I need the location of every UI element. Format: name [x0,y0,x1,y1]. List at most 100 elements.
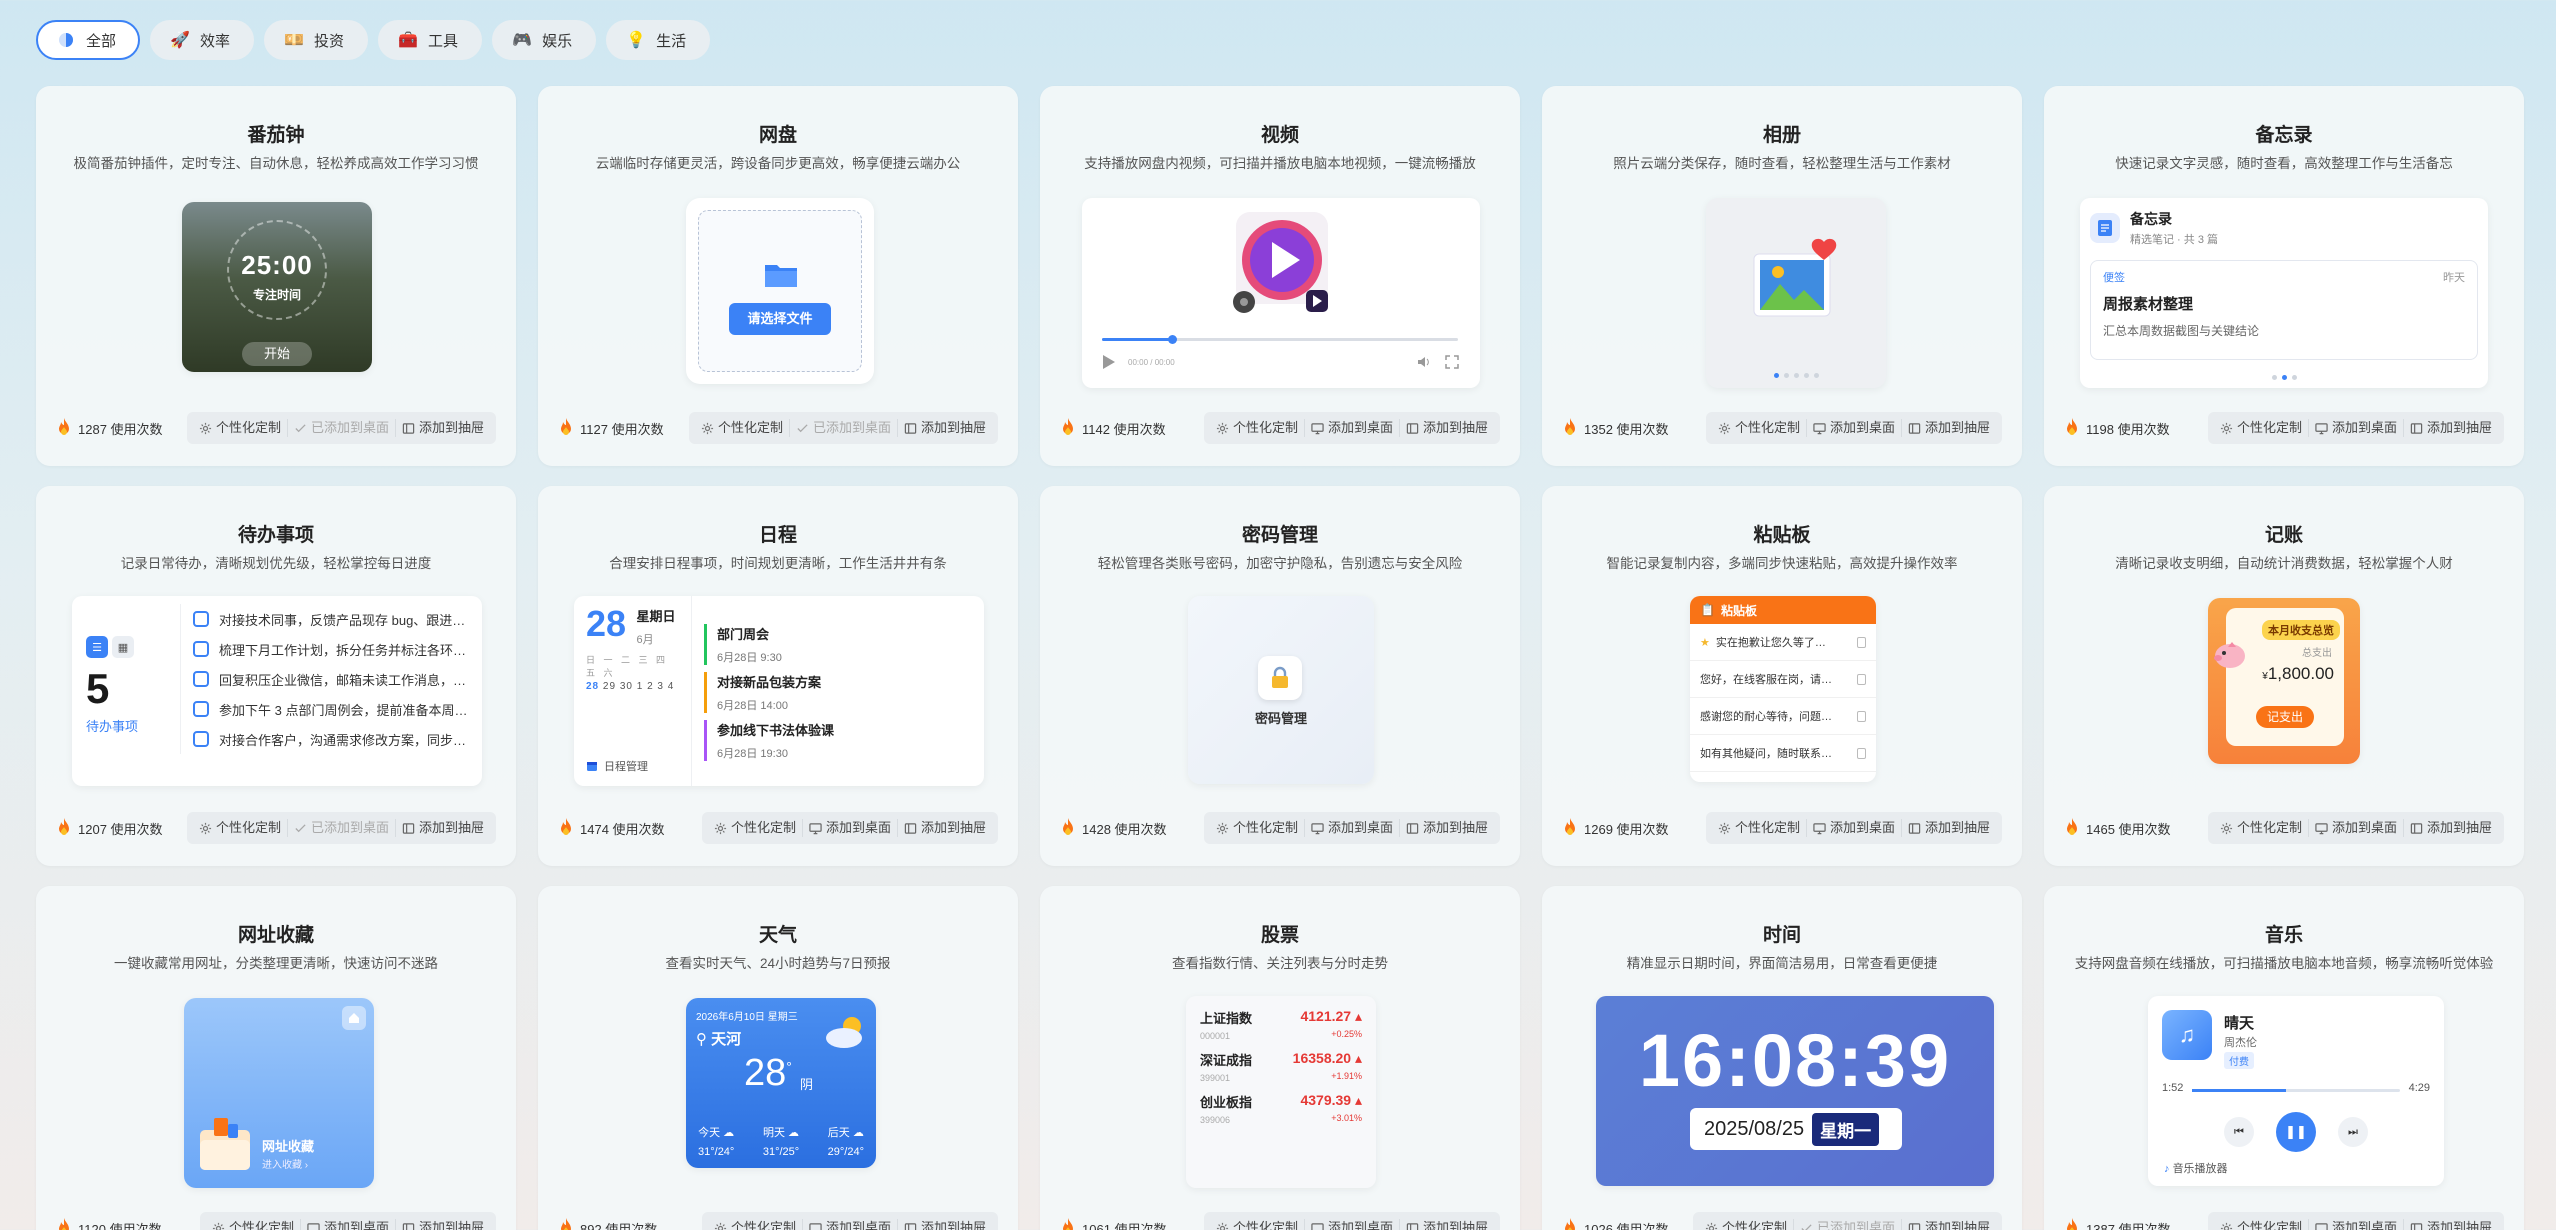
add-drawer-button[interactable]: 添加到抽屉 [1400,1219,1494,1230]
event-item[interactable]: 参加线下书法体验课 6月28日 19:30 [704,720,964,761]
customize-button[interactable]: 个性化定制 [708,819,803,837]
checkbox[interactable] [193,701,209,717]
event-item[interactable]: 对接新品包装方案 6月28日 14:00 [704,672,964,713]
add-desktop-button[interactable]: 添加到桌面 [1807,819,1902,837]
stock-row[interactable]: 深证成指 399001 16358.20 ▴ +1.91% [1200,1050,1362,1092]
customize-button[interactable]: 个性化定制 [708,1219,803,1230]
customize-button[interactable]: 个性化定制 [193,819,288,837]
card-stock[interactable]: 股票 查看指数行情、关注列表与分时走势 上证指数 000001 4121.27 ▴ +… [1040,886,1520,1230]
added-desktop-button[interactable]: 已添加到桌面 [288,419,396,437]
add-drawer-button[interactable]: 添加到抽屉 [1902,1219,1996,1230]
add-drawer-button[interactable]: 添加到抽屉 [1400,819,1494,837]
list-item[interactable]: ★ 实在抱歉让您久等了… [1690,624,1876,661]
add-drawer-button[interactable]: 添加到抽屉 [396,819,490,837]
choose-file-button[interactable]: 请选择文件 [729,303,831,335]
add-desktop-button[interactable]: 添加到桌面 [803,1219,898,1230]
add-drawer-button[interactable]: 添加到抽屉 [2404,1219,2498,1230]
customize-button[interactable]: 个性化定制 [1712,819,1807,837]
customize-button[interactable]: 个性化定制 [1210,419,1305,437]
grid-view-icon[interactable]: ▦ [112,636,134,658]
customize-button[interactable]: 个性化定制 [1699,1219,1794,1230]
card-account[interactable]: 记账 清晰记录收支明细，自动统计消费数据，轻松掌握个人财 本月收支总览 总支出 … [2044,486,2524,866]
card-clipboard[interactable]: 粘贴板 智能记录复制内容，多端同步快速粘贴，高效提升操作效率 📋 粘贴板 ★ 实在抱… [1542,486,2022,866]
schedule-manage-link[interactable]: 日程管理 [586,758,648,774]
copy-icon[interactable] [1857,636,1866,648]
customize-button[interactable]: 个性化定制 [2214,1219,2309,1230]
customize-button[interactable]: 个性化定制 [2214,819,2309,837]
music-progress[interactable] [2192,1089,2400,1092]
list-item[interactable]: 对接技术同事，反馈产品现存 bug、跟进… [193,604,472,634]
list-item[interactable]: 回复积压企业微信，邮箱未读工作消息，… [193,664,472,694]
add-drawer-button[interactable]: 添加到抽屉 [1902,819,1996,837]
customize-button[interactable]: 个性化定制 [695,419,790,437]
card-bookmark[interactable]: 网址收藏 一键收藏常用网址，分类整理更清晰，快速访问不迷路 网址收藏 进入收藏 … [36,886,516,1230]
tab-efficiency[interactable]: 🚀 效率 [150,20,255,60]
added-desktop-button[interactable]: 已添加到桌面 [1794,1219,1902,1230]
customize-button[interactable]: 个性化定制 [193,419,288,437]
tab-entertainment[interactable]: 🎮 娱乐 [492,20,597,60]
play-icon[interactable] [1102,354,1116,370]
copy-icon[interactable] [1857,673,1866,685]
checkbox[interactable] [193,611,209,627]
next-track-icon[interactable]: ⏭ [2338,1117,2368,1147]
add-desktop-button[interactable]: 添加到桌面 [2309,819,2404,837]
enter-bookmarks-link[interactable]: 进入收藏 › [262,1156,308,1171]
video-progress[interactable] [1102,335,1458,344]
memo-note[interactable]: 便签 昨天 周报素材整理 汇总本周数据截图与关键结论 [2090,260,2478,360]
event-item[interactable]: 部门周会 6月28日 9:30 [704,624,964,665]
customize-button[interactable]: 个性化定制 [1712,419,1807,437]
added-desktop-button[interactable]: 已添加到桌面 [288,819,396,837]
fullscreen-icon[interactable] [1444,354,1460,370]
customize-button[interactable]: 个性化定制 [206,1219,301,1230]
card-password[interactable]: 密码管理 轻松管理各类账号密码，加密守护隐私，告别遗忘与安全风险 密码管理 14… [1040,486,1520,866]
list-view-icon[interactable]: ☰ [86,636,108,658]
card-video[interactable]: 视频 支持播放网盘内视频，可扫描并播放电脑本地视频，一键流畅播放 00:00 /… [1040,86,1520,466]
home-icon[interactable] [342,1006,366,1030]
card-memo[interactable]: 备忘录 快速记录文字灵感，随时查看，高效整理工作与生活备忘 备忘录 精选笔记 · … [2044,86,2524,466]
card-weather[interactable]: 天气 查看实时天气、24小时趋势与7日预报 2026年6月10日 星期三 ⚲ 天… [538,886,1018,1230]
add-desktop-button[interactable]: 添加到桌面 [1305,1219,1400,1230]
list-item[interactable]: 感谢您的耐心等待，问题… [1690,698,1876,735]
customize-button[interactable]: 个性化定制 [1210,819,1305,837]
card-disk[interactable]: 网盘 云端临时存储更灵活，跨设备同步更高效，畅享便捷云端办公 请选择文件 112… [538,86,1018,466]
card-pomodoro[interactable]: 番茄钟 极简番茄钟插件，定时专注、自动休息，轻松养成高效工作学习习惯 25:00… [36,86,516,466]
volume-icon[interactable] [1416,354,1432,370]
add-desktop-button[interactable]: 添加到桌面 [301,1219,396,1230]
list-item[interactable]: 您好，在线客服在岗，请… [1690,661,1876,698]
customize-button[interactable]: 个性化定制 [2214,419,2309,437]
stock-row[interactable]: 创业板指 399006 4379.39 ▴ +3.01% [1200,1092,1362,1134]
add-desktop-button[interactable]: 添加到桌面 [2309,419,2404,437]
card-album[interactable]: 相册 照片云端分类保存，随时查看，轻松整理生活与工作素材 1352 使用次数 个… [1542,86,2022,466]
tab-life[interactable]: 💡 生活 [606,20,711,60]
list-item[interactable]: 梳理下月工作计划，拆分任务并标注各环… [193,634,472,664]
copy-icon[interactable] [1857,710,1866,722]
add-drawer-button[interactable]: 添加到抽屉 [2404,819,2498,837]
checkbox[interactable] [193,671,209,687]
list-item[interactable]: 参加下午 3 点部门周例会，提前准备本周… [193,694,472,724]
added-desktop-button[interactable]: 已添加到桌面 [790,419,898,437]
card-music[interactable]: 音乐 支持网盘音频在线播放，可扫描播放电脑本地音频，畅享流畅听觉体验 ♫ 晴天 … [2044,886,2524,1230]
add-desktop-button[interactable]: 添加到桌面 [803,819,898,837]
checkbox[interactable] [193,731,209,747]
add-drawer-button[interactable]: 添加到抽屉 [1902,419,1996,437]
add-desktop-button[interactable]: 添加到桌面 [1305,419,1400,437]
list-item[interactable]: 对接合作客户，沟通需求修改方案，同步… [193,724,472,754]
add-drawer-button[interactable]: 添加到抽屉 [898,419,992,437]
card-schedule[interactable]: 日程 合理安排日程事项，时间规划更清晰，工作生活井井有条 28 星期日 6月 日 … [538,486,1018,866]
prev-track-icon[interactable]: ⏮ [2224,1117,2254,1147]
start-button[interactable]: 开始 [242,342,312,366]
add-drawer-button[interactable]: 添加到抽屉 [898,1219,992,1230]
tab-investment[interactable]: 💴 投资 [264,20,369,60]
tab-tools[interactable]: 🧰 工具 [378,20,483,60]
card-time[interactable]: 时间 精准显示日期时间，界面简洁易用，日常查看更便捷 16:08:39 2025… [1542,886,2022,1230]
copy-icon[interactable] [1857,747,1866,759]
drop-zone[interactable]: 请选择文件 [698,210,862,372]
add-drawer-button[interactable]: 添加到抽屉 [396,1219,490,1230]
tab-all[interactable]: 全部 [36,20,141,60]
stock-row[interactable]: 上证指数 000001 4121.27 ▴ +0.25% [1200,1008,1362,1050]
customize-button[interactable]: 个性化定制 [1210,1219,1305,1230]
add-desktop-button[interactable]: 添加到桌面 [1807,419,1902,437]
add-drawer-button[interactable]: 添加到抽屉 [2404,419,2498,437]
add-desktop-button[interactable]: 添加到桌面 [1305,819,1400,837]
add-drawer-button[interactable]: 添加到抽屉 [1400,419,1494,437]
